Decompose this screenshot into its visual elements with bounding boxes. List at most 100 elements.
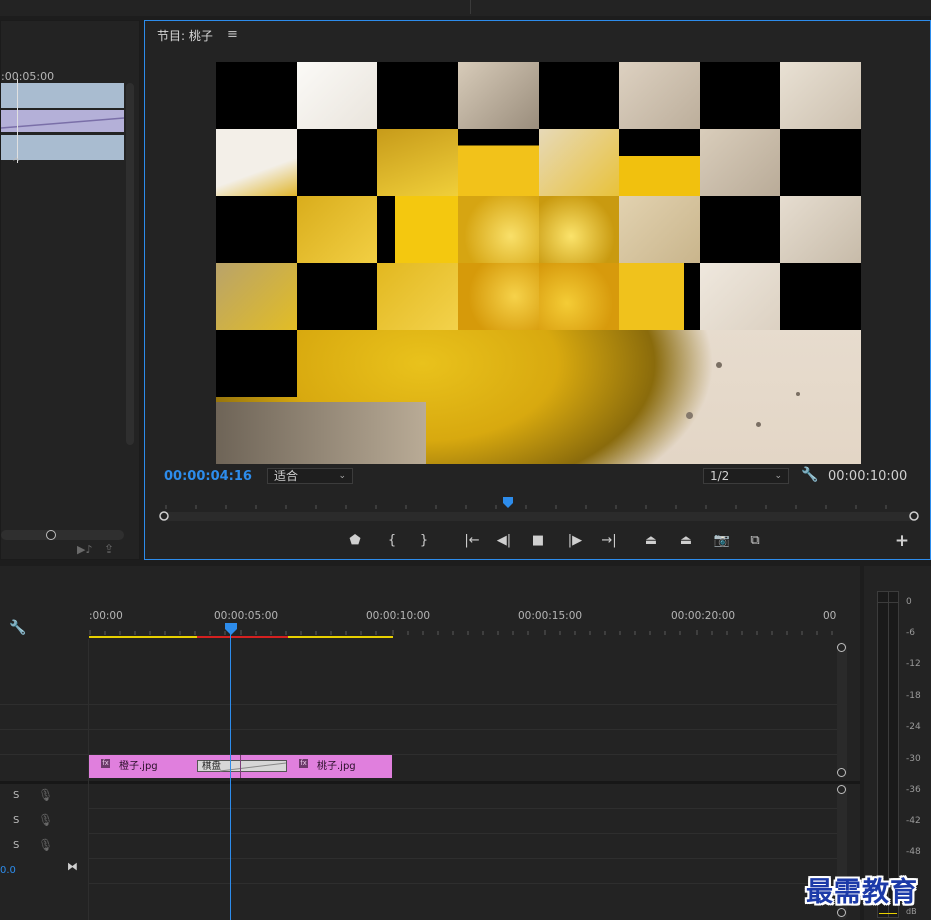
bowtie-icon[interactable]: ⧓ [67, 860, 78, 873]
checker-tile [539, 129, 619, 196]
fx-badge-icon: fx [101, 759, 110, 768]
chevron-down-icon: ⌄ [774, 471, 782, 481]
microphone-icon[interactable]: 🎙 [38, 838, 53, 852]
meter-tick: 0 [906, 597, 912, 607]
watermark-logo: 最需教育 [806, 877, 918, 908]
timeline-ruler[interactable] [89, 624, 839, 640]
checker-tile [297, 129, 377, 196]
extract-icon[interactable]: ⏏ [677, 532, 695, 550]
checker-tile [539, 196, 619, 263]
horizontal-scrollbar[interactable] [1, 530, 124, 540]
go-to-out-icon[interactable]: →| [598, 532, 620, 550]
mark-in-icon[interactable]: { [383, 532, 401, 550]
checker-tile [216, 330, 297, 397]
lift-icon[interactable]: ⏏ [642, 532, 660, 550]
checker-tile [619, 129, 700, 196]
checker-tile [539, 263, 619, 330]
program-time-ruler[interactable] [156, 495, 922, 525]
step-forward-icon[interactable]: |▶ [566, 532, 584, 550]
playhead-handle[interactable] [224, 623, 238, 635]
add-marker-icon[interactable]: ⬟ [346, 532, 364, 550]
ruler-label: 00:00:10:00 [366, 610, 431, 622]
checker-tile [780, 196, 861, 263]
checker-tile [780, 62, 861, 129]
ruler-label: 00:00:05:00 [214, 610, 279, 622]
resolution-dropdown[interactable]: 1/2 ⌄ [703, 468, 789, 484]
chevron-up-icon[interactable]: ^ [12, 157, 20, 168]
meter-tick: -36 [906, 785, 921, 795]
checker-tile [377, 129, 458, 196]
add-button-icon[interactable]: + [893, 532, 911, 550]
header-divider [0, 704, 89, 705]
scroll-handle-bottom[interactable] [837, 908, 846, 917]
water-droplet [716, 362, 722, 368]
current-timecode[interactable]: 00:00:04:16 [164, 469, 252, 484]
export-icon[interactable]: ⇪ [104, 542, 114, 556]
clip-cut-line [240, 755, 241, 778]
microphone-icon[interactable]: 🎙 [38, 813, 53, 827]
checker-tile [700, 196, 780, 263]
checker-tile [700, 62, 780, 129]
clip-orange-label[interactable]: 橙子.jpg [119, 757, 158, 772]
video-tracks-scrollbar[interactable] [837, 642, 847, 778]
scroll-handle-top[interactable] [837, 643, 846, 652]
solo-button[interactable]: S [13, 790, 19, 801]
go-to-in-icon[interactable]: |← [461, 532, 483, 550]
fit-dropdown[interactable]: 适合 ⌄ [267, 468, 353, 484]
comparison-view-icon[interactable]: ⧉ [746, 532, 764, 550]
scroll-handle-bottom[interactable] [837, 768, 846, 777]
ruler-label: 00 [823, 610, 837, 622]
checker-tile [297, 196, 377, 263]
scroll-handle[interactable] [46, 530, 56, 540]
stop-icon[interactable]: ■ [529, 532, 547, 550]
checker-tile [619, 62, 700, 129]
source-ruler-label: :00:05:00 [1, 70, 55, 83]
checker-tile [297, 62, 377, 129]
meter-tick: -12 [906, 659, 921, 669]
checker-tile [377, 62, 458, 129]
vertical-scrollbar[interactable] [126, 83, 134, 445]
meter-tick: -48 [906, 847, 921, 857]
checker-tile [780, 129, 861, 196]
checker-tile [458, 129, 539, 196]
fx-badge-icon: fx [299, 759, 308, 768]
meter-tick: -42 [906, 816, 921, 826]
meter-level [879, 913, 897, 914]
header-divider [0, 754, 89, 755]
scroll-handle-top[interactable] [837, 785, 846, 794]
checkerboard-transition[interactable]: 棋盘 [197, 760, 287, 772]
solo-button[interactable]: S [13, 840, 19, 851]
top-tab-strip [0, 0, 931, 16]
step-back-icon[interactable]: ◀| [495, 532, 513, 550]
wrench-icon[interactable]: 🔧 [801, 467, 818, 483]
microphone-icon[interactable]: 🎙 [38, 788, 53, 802]
ruler-label: 00:00:20:00 [671, 610, 736, 622]
water-droplet [686, 412, 693, 419]
track-divider [89, 883, 837, 884]
clip-peach-label[interactable]: 桃子.jpg [317, 757, 356, 772]
master-volume-value[interactable]: 0.0 [0, 865, 16, 876]
mark-out-icon[interactable]: } [415, 532, 433, 550]
checker-tile [458, 196, 539, 263]
solo-button[interactable]: S [13, 815, 19, 826]
play-audio-icon[interactable]: ▶♪ [77, 543, 92, 556]
source-playhead[interactable] [17, 79, 18, 163]
meter-tick: -18 [906, 691, 921, 701]
checker-tile [216, 263, 297, 330]
checker-tile [216, 62, 297, 129]
checker-tile [700, 263, 780, 330]
checker-tile [377, 196, 458, 263]
splash-shadow [216, 402, 426, 464]
export-frame-camera-icon[interactable]: 📷 [713, 532, 731, 550]
panel-menu-icon[interactable]: ≡ [227, 27, 238, 42]
chevron-down-icon: ⌄ [338, 471, 346, 481]
playhead-line[interactable] [230, 632, 231, 920]
timeline-settings-wrench-icon[interactable]: 🔧 [9, 620, 26, 636]
divider [470, 0, 471, 14]
source-clip-bar-top[interactable] [1, 83, 124, 108]
track-divider [89, 729, 837, 730]
checker-tile [700, 129, 780, 196]
video-audio-divider [0, 781, 860, 784]
source-clip-bar-middle[interactable] [0, 110, 125, 132]
meter-channel-divider [888, 592, 889, 917]
